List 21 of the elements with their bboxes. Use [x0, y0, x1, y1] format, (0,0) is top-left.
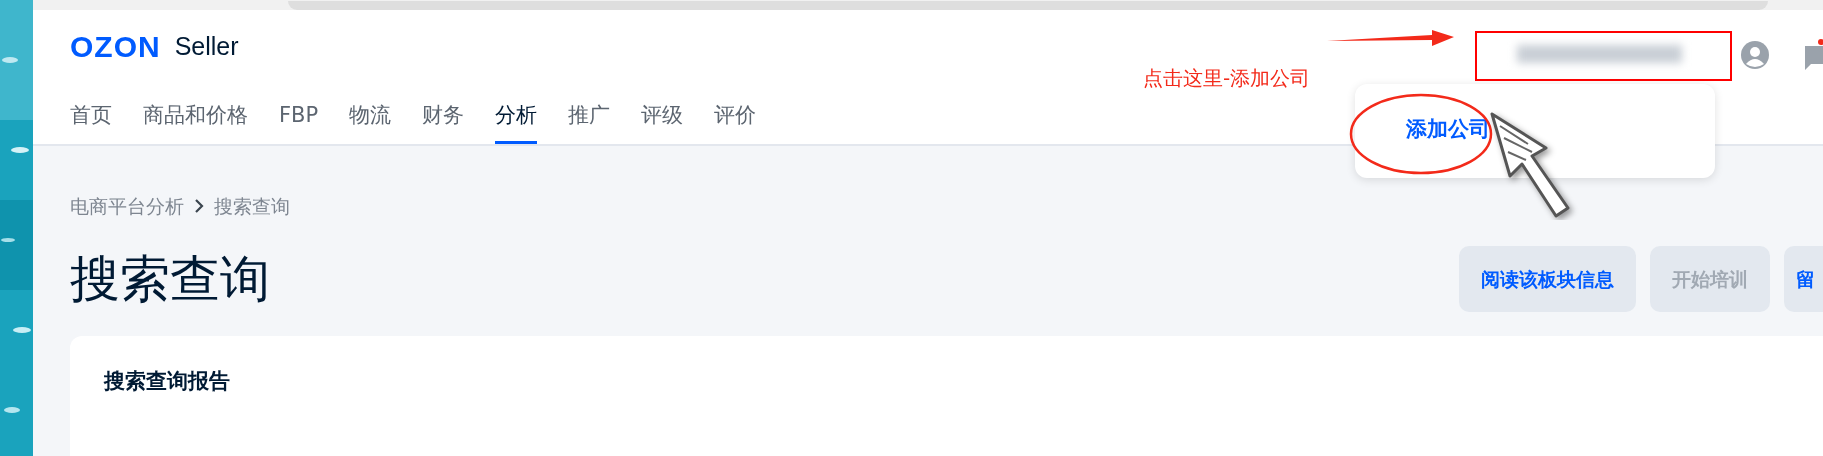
nav-tab[interactable]: FBP — [279, 93, 319, 144]
page-title: 搜索查询 — [70, 249, 271, 309]
nav-tab[interactable]: 首页 — [70, 93, 112, 144]
nav-tab[interactable]: 评价 — [714, 93, 757, 144]
brand-logo[interactable]: OZON — [70, 23, 161, 69]
nav-tab[interactable]: 评级 — [641, 93, 684, 144]
nav-tab[interactable]: 分析 — [495, 93, 538, 144]
annotation-text: 点击这里-添加公司 — [1143, 65, 1311, 92]
nav-tab[interactable]: 物流 — [349, 93, 392, 144]
profile-icon[interactable] — [1741, 41, 1769, 69]
breadcrumb-link[interactable]: 电商平台分析 — [70, 191, 184, 220]
report-title: 搜索查询报告 — [104, 368, 231, 395]
action-button[interactable]: 阅读该板块信息 — [1459, 246, 1636, 312]
nav-tab[interactable]: 推广 — [568, 93, 611, 144]
nav-tab[interactable]: 商品和价格 — [143, 93, 248, 144]
breadcrumb-link[interactable]: 搜索查询 — [214, 191, 290, 220]
product-name: Seller — [174, 30, 239, 62]
nav-tab[interactable]: 财务 — [422, 93, 465, 144]
chevron-icon — [194, 198, 204, 213]
action-button[interactable]: 留 — [1784, 246, 1823, 312]
highlighted-account-field[interactable] — [1475, 31, 1732, 81]
